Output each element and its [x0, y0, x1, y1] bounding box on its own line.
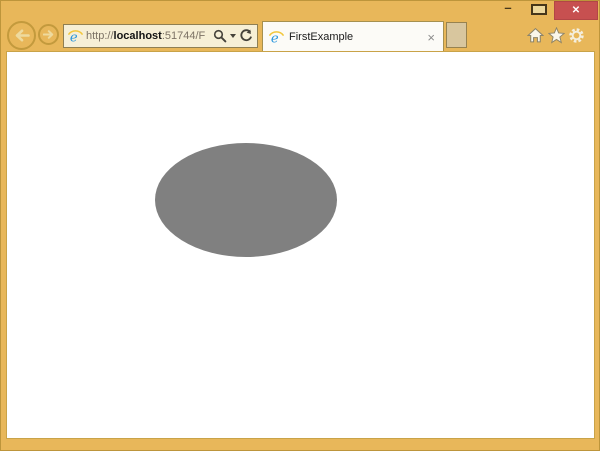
new-tab-button[interactable]	[446, 22, 467, 48]
url-path: :51744/F	[161, 30, 206, 42]
maximize-button[interactable]	[531, 4, 547, 15]
search-icon[interactable]	[213, 29, 227, 43]
tab-close-icon[interactable]: ×	[425, 31, 437, 44]
address-bar[interactable]: e http://localhost:51744/F	[63, 24, 258, 48]
back-arrow-icon	[15, 29, 30, 42]
browser-window: – ✕ e http://localhost:51744/F e FirstEx…	[0, 0, 600, 451]
minimize-button[interactable]: –	[494, 0, 522, 18]
home-icon	[527, 27, 544, 43]
url-text[interactable]: http://localhost:51744/F	[86, 30, 210, 42]
page-canvas	[155, 143, 337, 257]
ie-favicon-icon: e	[269, 30, 284, 45]
back-button[interactable]	[7, 21, 36, 50]
favorites-button[interactable]	[548, 27, 565, 44]
ie-favicon-icon: e	[68, 29, 83, 44]
address-dropdown-icon[interactable]	[230, 34, 236, 38]
forward-button[interactable]	[38, 24, 59, 45]
tab-title: FirstExample	[289, 31, 354, 43]
gear-icon	[569, 28, 584, 43]
star-icon	[548, 27, 565, 44]
forward-arrow-icon	[43, 30, 54, 39]
gray-ellipse	[155, 143, 337, 257]
close-button[interactable]: ✕	[554, 1, 598, 20]
url-scheme: http://	[86, 30, 114, 42]
title-bar[interactable]: – ✕	[0, 0, 600, 20]
settings-button[interactable]	[568, 27, 585, 44]
url-host: localhost	[113, 30, 162, 42]
home-button[interactable]	[527, 27, 544, 44]
tab-firstexample[interactable]: e FirstExample ×	[262, 21, 444, 52]
refresh-icon[interactable]	[239, 29, 253, 43]
page-content	[7, 52, 594, 438]
